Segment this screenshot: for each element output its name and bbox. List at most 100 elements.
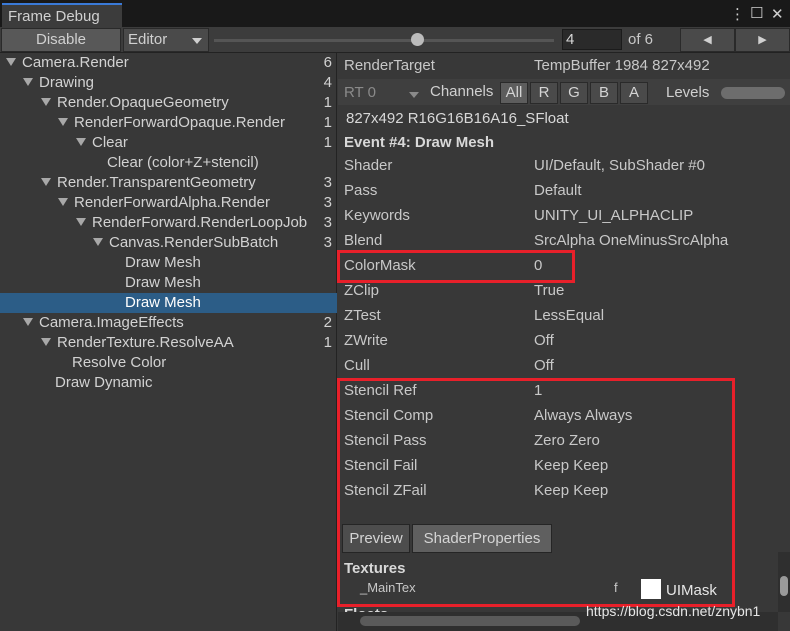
channel-a-button[interactable]: A — [620, 82, 648, 104]
format-text: 827x492 R16G16B16A16_SFloat — [346, 110, 569, 127]
tree-item[interactable]: Render.OpaqueGeometry 1 — [0, 93, 337, 113]
menu-icon[interactable]: ⋮ — [730, 5, 745, 23]
disable-button[interactable]: Disable — [1, 28, 121, 52]
render-target-value[interactable]: TempBuffer 1984 827x492 — [534, 55, 710, 77]
rt-select-dropdown[interactable]: RT 0 — [338, 82, 426, 104]
previous-frame-button[interactable]: ◀ — [680, 28, 735, 52]
property-value: LessEqual — [534, 307, 605, 324]
property-row: Keywords UNITY_UI_ALPHACLIP — [344, 205, 693, 227]
horizontal-scrollbar-thumb[interactable] — [360, 616, 580, 626]
tree-item-count: 6 — [323, 54, 332, 71]
render-target-row: RenderTarget TempBuffer 1984 827x492 — [344, 55, 710, 77]
tree-item-label: Canvas.RenderSubBatch — [109, 234, 279, 251]
tree-item[interactable]: Canvas.RenderSubBatch 3 — [0, 233, 337, 253]
channel-all-button[interactable]: All — [500, 82, 528, 104]
channel-b-button[interactable]: B — [590, 82, 618, 104]
close-icon[interactable]: ✕ — [771, 5, 784, 23]
property-value: Off — [534, 332, 554, 349]
expand-triangle-icon[interactable] — [58, 198, 68, 206]
levels-slider[interactable] — [721, 87, 785, 99]
property-row: ZClip True — [344, 280, 564, 302]
tree-item[interactable]: Resolve Color — [0, 353, 337, 373]
rt-select-label: RT 0 — [344, 84, 376, 101]
tree-item-label: RenderForwardOpaque.Render — [74, 114, 285, 131]
tab-frame-debug[interactable]: Frame Debug — [2, 3, 122, 27]
tree-item-label: Draw Mesh — [125, 274, 201, 291]
property-name: ZTest — [344, 307, 381, 324]
property-name: Blend — [344, 232, 383, 249]
tree-item-label: Clear (color+Z+stencil) — [107, 154, 259, 171]
tree-item[interactable]: RenderForward.RenderLoopJob 3 — [0, 213, 337, 233]
maximize-icon[interactable]: ☐ — [750, 4, 763, 22]
tree-item-label: Render.TransparentGeometry — [57, 174, 256, 191]
frame-slider-track[interactable] — [214, 39, 554, 42]
property-value: Default — [534, 182, 582, 199]
tree-item-label: RenderForward.RenderLoopJob — [92, 214, 308, 231]
tree-item[interactable]: Camera.ImageEffects 2 — [0, 313, 337, 333]
tree-item-count: 3 — [323, 234, 332, 251]
expand-triangle-icon[interactable] — [41, 98, 51, 106]
tree-item-count: 3 — [323, 174, 332, 191]
tree-item[interactable]: Clear 1 — [0, 133, 337, 153]
expand-triangle-icon[interactable] — [93, 238, 103, 246]
tree-item-label: Draw Mesh — [125, 294, 201, 311]
tree-item-label: Camera.ImageEffects — [39, 314, 184, 331]
expand-triangle-icon[interactable] — [6, 58, 16, 66]
tree-item[interactable]: Drawing 4 — [0, 73, 337, 93]
next-frame-button[interactable]: ▶ — [735, 28, 790, 52]
toolbar: Disable Editor 4 of 6 ◀ ▶ — [0, 27, 790, 53]
property-name: Cull — [344, 357, 370, 374]
tree-item[interactable]: RenderTexture.ResolveAA 1 — [0, 333, 337, 353]
tree-item-label: Render.OpaqueGeometry — [57, 94, 229, 111]
expand-triangle-icon[interactable] — [76, 218, 86, 226]
channels-label: Channels — [430, 83, 494, 100]
expand-triangle-icon[interactable] — [23, 318, 33, 326]
target-dropdown[interactable]: Editor — [123, 28, 209, 52]
property-value: UNITY_UI_ALPHACLIP — [534, 207, 694, 224]
property-name: Shader — [344, 157, 393, 174]
property-value: SrcAlpha OneMinusSrcAlpha — [534, 232, 729, 249]
tree-item-selected[interactable]: Draw Mesh — [0, 293, 337, 313]
tree-item[interactable]: Draw Mesh — [0, 253, 337, 273]
tree-item[interactable]: RenderForwardOpaque.Render 1 — [0, 113, 337, 133]
event-tree: Camera.Render 6 Drawing 4 Render.OpaqueG… — [0, 53, 337, 631]
tree-item-label: Drawing — [39, 74, 95, 91]
window-tab-strip: Frame Debug ⋮ ☐ ✕ — [0, 0, 790, 27]
channel-g-button[interactable]: G — [560, 82, 588, 104]
tree-item-label: Resolve Color — [72, 354, 167, 371]
vertical-scrollbar-thumb[interactable] — [780, 576, 788, 596]
tree-item[interactable]: RenderForwardAlpha.Render 3 — [0, 193, 337, 213]
levels-label: Levels — [666, 84, 710, 101]
frame-number-input[interactable]: 4 — [562, 29, 622, 50]
tree-item-label: Clear — [92, 134, 128, 151]
tree-item-count: 1 — [323, 94, 332, 111]
tree-item-count: 3 — [323, 214, 332, 231]
colormask-highlight-box — [337, 250, 575, 283]
tree-item[interactable]: Draw Dynamic — [0, 373, 337, 393]
chevron-down-icon — [192, 38, 202, 44]
property-row: Pass Default — [344, 180, 582, 202]
property-name: ZWrite — [344, 332, 388, 349]
expand-triangle-icon[interactable] — [41, 178, 51, 186]
tree-item[interactable]: Clear (color+Z+stencil) — [0, 153, 337, 173]
tree-item-count: 1 — [323, 134, 332, 151]
tree-item-count: 4 — [323, 74, 332, 91]
tree-item-count: 2 — [323, 314, 332, 331]
frame-slider-thumb[interactable] — [411, 33, 424, 46]
tree-item-count: 1 — [323, 114, 332, 131]
expand-triangle-icon[interactable] — [41, 338, 51, 346]
property-value: Off — [534, 357, 554, 374]
tree-item[interactable]: Render.TransparentGeometry 3 — [0, 173, 337, 193]
property-row: Shader UI/Default, SubShader #0 — [344, 155, 705, 177]
channel-r-button[interactable]: R — [530, 82, 558, 104]
tree-item-label: Draw Mesh — [125, 254, 201, 271]
tree-item-count: 3 — [323, 194, 332, 211]
event-title: Event #4: Draw Mesh — [344, 134, 495, 151]
tree-item-label: Camera.Render — [22, 54, 129, 71]
tree-item[interactable]: Draw Mesh — [0, 273, 337, 293]
tree-item[interactable]: Camera.Render 6 — [0, 53, 337, 73]
expand-triangle-icon[interactable] — [76, 138, 86, 146]
expand-triangle-icon[interactable] — [23, 78, 33, 86]
render-target-label: RenderTarget — [344, 57, 435, 74]
expand-triangle-icon[interactable] — [58, 118, 68, 126]
